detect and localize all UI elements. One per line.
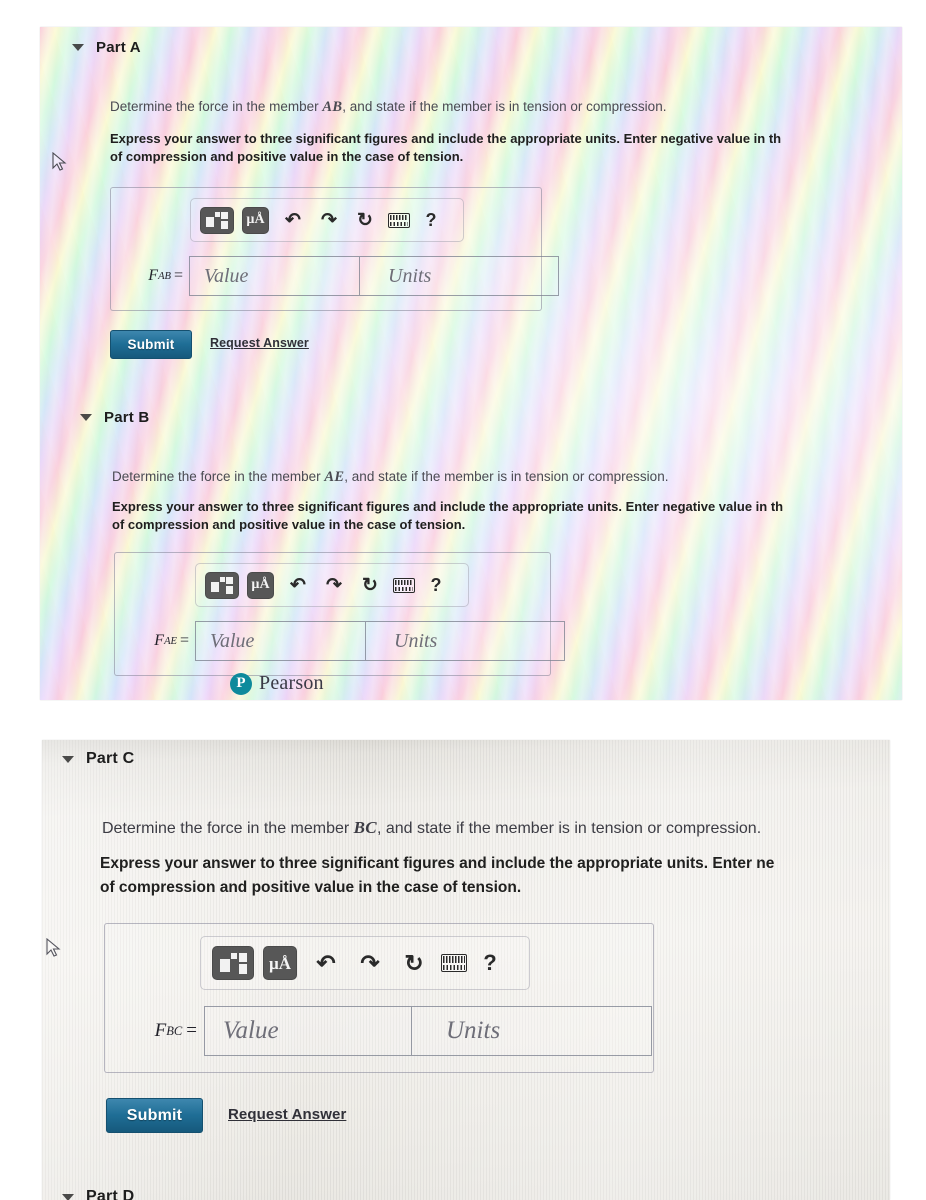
- keyboard-icon[interactable]: [390, 571, 418, 599]
- undo-icon[interactable]: ↶: [309, 946, 343, 980]
- redo-icon[interactable]: ↷: [353, 946, 387, 980]
- reset-icon[interactable]: ↻: [351, 206, 379, 234]
- screenshot-photo-upper: Part A Determine the force in the member…: [40, 27, 902, 700]
- part-c-prompt-member: BC: [353, 818, 377, 837]
- part-a-instruction-line1: Express your answer to three significant…: [110, 131, 782, 146]
- undo-icon[interactable]: ↶: [279, 206, 307, 234]
- part-a-math-toolbar: µÅ ↶ ↷ ↻ ?: [190, 198, 464, 242]
- part-a-value-input[interactable]: Value: [189, 256, 360, 296]
- redo-icon[interactable]: ↷: [315, 206, 343, 234]
- redo-icon[interactable]: ↷: [320, 571, 348, 599]
- screenshot-photo-lower: Part C Determine the force in the member…: [42, 740, 890, 1200]
- help-icon[interactable]: ?: [424, 571, 448, 599]
- collapse-caret-icon[interactable]: [72, 44, 84, 51]
- part-b-instruction-line1: Express your answer to three significant…: [112, 499, 784, 514]
- part-b-units-input[interactable]: Units: [366, 621, 565, 661]
- part-d-header-row[interactable]: Part D: [62, 1188, 134, 1200]
- part-b-prompt-suffix: , and state if the member is in tension …: [344, 469, 669, 484]
- part-b-title: Part B: [104, 409, 150, 426]
- part-b-prompt: Determine the force in the member AE, an…: [112, 469, 668, 486]
- keyboard-icon[interactable]: [385, 206, 413, 234]
- part-b-field-row: F AE = Value Units: [115, 621, 565, 661]
- part-b-instruction-line2: of compression and positive value in the…: [112, 517, 466, 532]
- reset-icon[interactable]: ↻: [356, 571, 384, 599]
- part-a-field-label: F AB =: [148, 267, 183, 284]
- part-c-prompt: Determine the force in the member BC, an…: [102, 818, 761, 838]
- part-b-answer-widget: µÅ ↶ ↷ ↻ ? F AE = Value Units: [114, 552, 565, 676]
- pearson-logo: P Pearson: [230, 672, 324, 695]
- part-c-title: Part C: [86, 750, 135, 767]
- part-c-instruction-line2: of compression and positive value in the…: [100, 879, 522, 896]
- part-c-field-row: F BC = Value Units: [105, 1006, 652, 1056]
- reset-icon[interactable]: ↻: [397, 946, 431, 980]
- units-mu-angstrom-icon[interactable]: µÅ: [263, 946, 297, 980]
- collapse-caret-icon[interactable]: [80, 414, 92, 421]
- part-a-prompt-prefix: Determine the force in the member: [110, 99, 323, 114]
- part-c-instruction-line1: Express your answer to three significant…: [100, 855, 775, 872]
- part-a-submit-button[interactable]: Submit: [110, 330, 192, 359]
- part-b-value-input[interactable]: Value: [195, 621, 366, 661]
- collapse-caret-icon[interactable]: [62, 1193, 74, 1200]
- part-d-title: Part D: [86, 1188, 135, 1200]
- part-c-answer-widget: µÅ ↶ ↷ ↻ ? F BC = Value Units: [104, 923, 654, 1073]
- part-b-header-row[interactable]: Part B: [80, 409, 149, 426]
- part-c-math-toolbar: µÅ ↶ ↷ ↻ ?: [200, 936, 530, 990]
- part-a-units-input[interactable]: Units: [360, 256, 559, 296]
- collapse-caret-icon[interactable]: [62, 755, 74, 763]
- part-c-prompt-prefix: Determine the force in the member: [102, 820, 354, 837]
- part-c-submit-button[interactable]: Submit: [106, 1098, 203, 1133]
- help-icon[interactable]: ?: [477, 946, 503, 980]
- math-template-icon[interactable]: [212, 946, 254, 980]
- undo-icon[interactable]: ↶: [284, 571, 312, 599]
- math-template-icon[interactable]: [200, 206, 234, 234]
- part-c-field-label: F BC =: [154, 1020, 197, 1041]
- keyboard-icon[interactable]: [437, 946, 471, 980]
- part-a-instruction-line2: of compression and positive value in the…: [110, 149, 464, 164]
- part-c-units-input[interactable]: Units: [412, 1006, 652, 1056]
- part-a-field-row: F AB = Value Units: [111, 256, 559, 296]
- part-c-prompt-suffix: , and state if the member is in tension …: [376, 820, 762, 837]
- part-a-header-row[interactable]: Part A: [72, 39, 141, 56]
- part-c-header-row[interactable]: Part C: [62, 750, 134, 768]
- units-mu-angstrom-icon[interactable]: µÅ: [247, 571, 274, 599]
- part-c-value-input[interactable]: Value: [204, 1006, 412, 1056]
- part-a-prompt-member: AB: [322, 99, 343, 115]
- part-b-prompt-member: AE: [324, 469, 345, 485]
- part-a-prompt: Determine the force in the member AB, an…: [110, 99, 666, 116]
- units-mu-angstrom-icon[interactable]: µÅ: [242, 206, 269, 234]
- help-icon[interactable]: ?: [419, 206, 443, 234]
- part-a-request-answer-link[interactable]: Request Answer: [210, 336, 309, 350]
- part-a-prompt-suffix: , and state if the member is in tension …: [342, 99, 667, 114]
- part-a-answer-widget: µÅ ↶ ↷ ↻ ? F AB = Value Units: [110, 187, 559, 311]
- pearson-wordmark: Pearson: [259, 672, 324, 694]
- part-b-field-label: F AE =: [154, 632, 189, 649]
- part-a-title: Part A: [96, 39, 141, 56]
- pearson-mark-icon: P: [230, 672, 252, 695]
- part-c-request-answer-link[interactable]: Request Answer: [228, 1106, 346, 1123]
- math-template-icon[interactable]: [205, 571, 239, 599]
- part-b-math-toolbar: µÅ ↶ ↷ ↻ ?: [195, 563, 469, 607]
- part-b-prompt-prefix: Determine the force in the member: [112, 469, 325, 484]
